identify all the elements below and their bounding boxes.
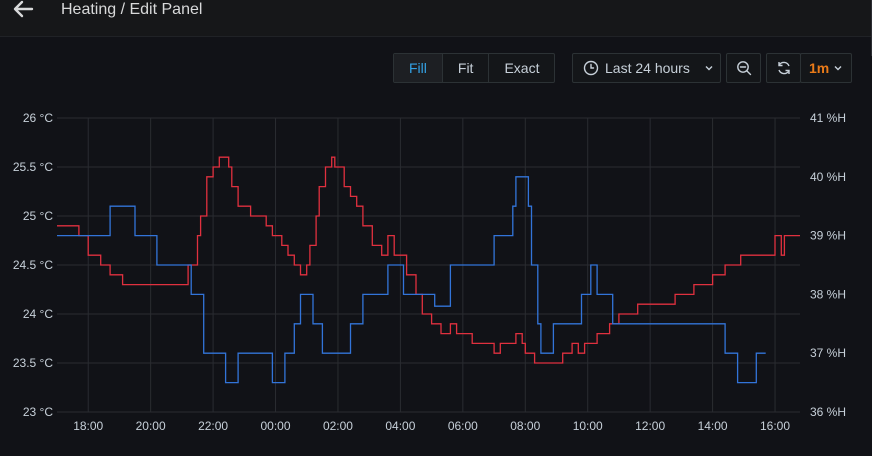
- x-tick-label: 06:00: [448, 419, 478, 433]
- x-tick-label: 16:00: [760, 419, 790, 433]
- x-tick-label: 12:00: [635, 419, 665, 433]
- x-tick-label: 22:00: [198, 419, 228, 433]
- x-tick-label: 18:00: [73, 419, 103, 433]
- y-right-tick-label: 39 %H: [810, 229, 846, 243]
- x-tick-label: 04:00: [385, 419, 415, 433]
- x-tick-label: 02:00: [323, 419, 353, 433]
- y-right-tick-label: 36 %H: [810, 405, 846, 419]
- y-right-tick-label: 40 %H: [810, 170, 846, 184]
- x-tick-label: 10:00: [573, 419, 603, 433]
- y-right-tick-label: 41 %H: [810, 111, 846, 125]
- x-tick-label: 08:00: [510, 419, 540, 433]
- temperature-series-line: [57, 156, 800, 364]
- y-right-tick-label: 37 %H: [810, 346, 846, 360]
- x-tick-label: 20:00: [136, 419, 166, 433]
- y-left-tick-label: 23 °C: [23, 405, 53, 419]
- y-left-tick-label: 24.5 °C: [13, 258, 53, 272]
- y-left-tick-label: 25 °C: [23, 209, 53, 223]
- x-tick-label: 00:00: [261, 419, 291, 433]
- x-tick-label: 14:00: [698, 419, 728, 433]
- y-left-tick-label: 23.5 °C: [13, 356, 53, 370]
- y-left-tick-label: 25.5 °C: [13, 160, 53, 174]
- y-left-tick-label: 26 °C: [23, 111, 53, 125]
- y-right-tick-label: 38 %H: [810, 287, 846, 301]
- graph-panel[interactable]: 23 °C 23.5 °C 24 °C 24.5 °C 25 °C 25.5 °C 26 °…: [0, 0, 872, 456]
- humidity-series-line: [57, 176, 766, 384]
- y-left-tick-label: 24 °C: [23, 307, 53, 321]
